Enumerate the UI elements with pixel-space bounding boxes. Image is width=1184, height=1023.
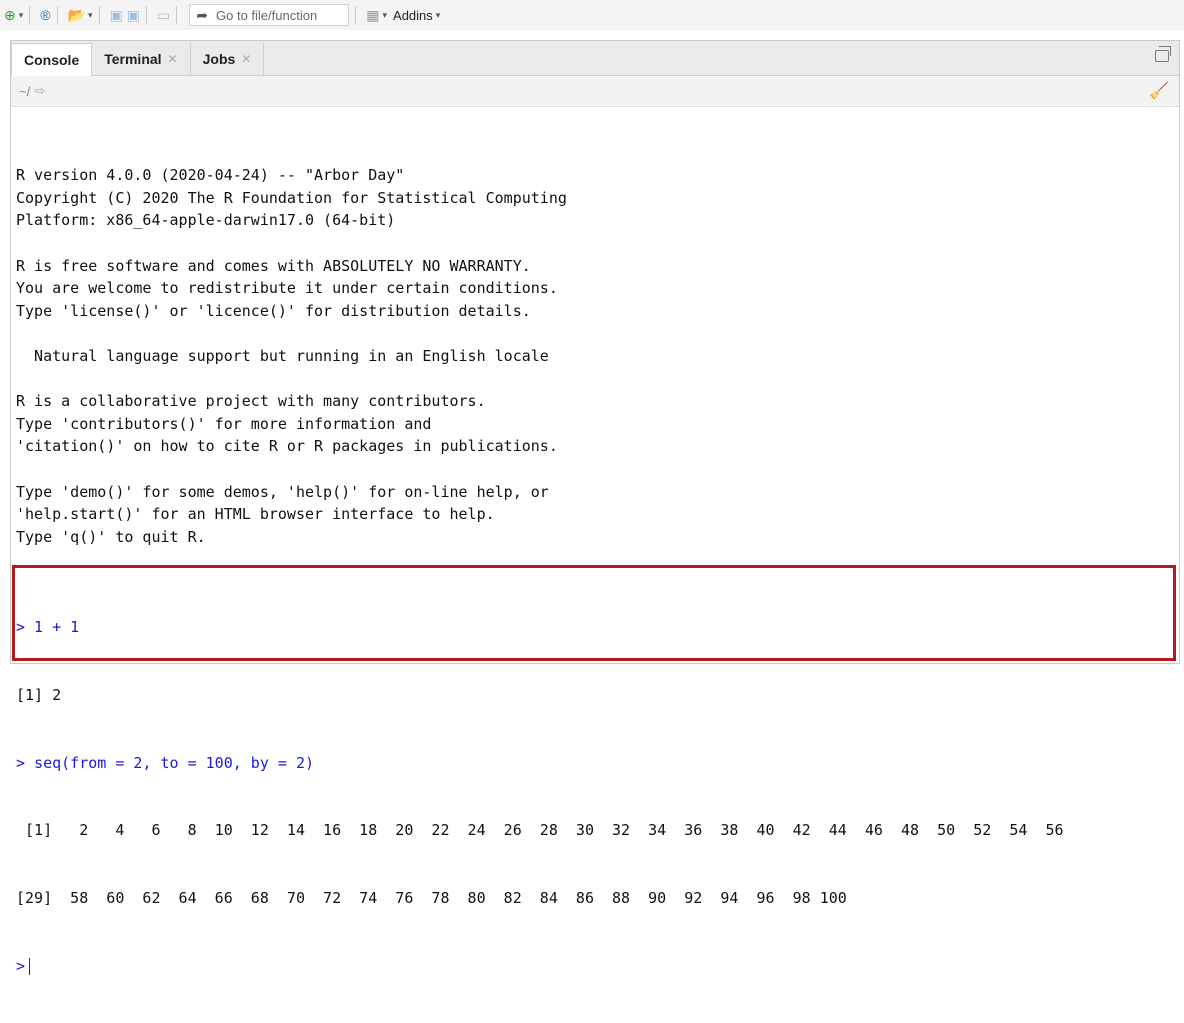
tab-terminal[interactable]: Terminal ✕: [92, 43, 191, 75]
addins-menu[interactable]: Addins ▾: [393, 4, 440, 26]
go-to-file-input[interactable]: ➦ Go to file/function: [189, 4, 350, 26]
maximize-pane-icon[interactable]: [1155, 46, 1171, 62]
clear-console-icon[interactable]: 🧹: [1149, 81, 1169, 101]
tab-jobs-label: Jobs: [202, 51, 236, 67]
pane-layout-button[interactable]: ▦ ▾: [366, 4, 387, 26]
startup-line: Natural language support but running in …: [16, 346, 549, 365]
toolbar-divider: [56, 6, 58, 24]
chevron-down-icon: ▾: [382, 9, 388, 20]
startup-line: Type 'q()' to quit R.: [16, 527, 206, 546]
startup-line: Platform: x86_64-apple-darwin17.0 (64-bi…: [16, 211, 396, 230]
console-result: [1] 2: [16, 685, 62, 704]
console-command: > 1 + 1: [16, 618, 80, 637]
r-project-icon: ®: [40, 7, 51, 23]
startup-line: [16, 232, 1179, 255]
tab-terminal-label: Terminal: [104, 51, 162, 67]
startup-line: [16, 548, 1179, 571]
startup-line: [16, 322, 1179, 345]
open-file-button[interactable]: 📂 ▾: [68, 4, 93, 26]
toolbar-divider: [146, 6, 148, 24]
chevron-down-icon: ▾: [435, 9, 441, 20]
toolbar-divider: [176, 6, 178, 24]
chevron-down-icon: ▾: [88, 9, 93, 20]
console-command: > seq(from = 2, to = 100, by = 2): [16, 753, 315, 772]
save-all-button[interactable]: ▣: [127, 4, 140, 26]
console-output[interactable]: R version 4.0.0 (2020-04-24) -- "Arbor D…: [16, 119, 1179, 1023]
save-button[interactable]: ▣: [110, 4, 123, 26]
console-prompt: >: [16, 956, 26, 975]
startup-message: R version 4.0.0 (2020-04-24) -- "Arbor D…: [16, 164, 1179, 571]
go-to-file-placeholder: Go to file/function: [216, 7, 318, 23]
startup-line: R version 4.0.0 (2020-04-24) -- "Arbor D…: [16, 166, 405, 185]
startup-line: R is a collaborative project with many c…: [16, 392, 486, 411]
startup-line: Type 'demo()' for some demos, 'help()' f…: [16, 482, 549, 501]
close-icon[interactable]: ✕: [241, 52, 251, 66]
toolbar-divider: [355, 6, 357, 24]
tab-jobs[interactable]: Jobs ✕: [191, 43, 265, 75]
text-cursor: [29, 957, 31, 975]
save-icon: ▣: [109, 7, 123, 23]
arrow-right-icon: ➦: [196, 6, 208, 23]
plus-circle-icon: ⊕: [4, 7, 16, 23]
toolbar-divider: [29, 6, 31, 24]
startup-line: 'citation()' on how to cite R or R packa…: [16, 437, 558, 456]
print-button[interactable]: ▭: [157, 4, 170, 26]
startup-line: R is free software and comes with ABSOLU…: [16, 256, 531, 275]
close-icon[interactable]: ✕: [168, 52, 178, 66]
folder-open-icon: 📂: [67, 7, 86, 23]
main-toolbar: ⊕ ▾ ® 📂 ▾ ▣ ▣ ▭ ➦ Go to file/function ▦ …: [0, 0, 1184, 30]
working-directory-bar: ~/ ⇨ 🧹: [11, 76, 1179, 107]
working-directory-path[interactable]: ~/: [19, 84, 30, 99]
startup-line: Copyright (C) 2020 The R Foundation for …: [16, 188, 567, 207]
console-input-line[interactable]: >: [16, 955, 1179, 978]
addins-label: Addins: [393, 7, 433, 23]
tab-console[interactable]: Console: [11, 43, 93, 76]
startup-line: Type 'contributors()' for more informati…: [16, 414, 432, 433]
startup-line: You are welcome to redistribute it under…: [16, 279, 558, 298]
startup-line: Type 'license()' or 'licence()' for dist…: [16, 301, 531, 320]
new-project-button[interactable]: ®: [40, 4, 50, 26]
print-icon: ▭: [157, 7, 171, 23]
go-to-directory-icon[interactable]: ⇨: [34, 83, 45, 99]
startup-line: [16, 368, 1179, 391]
toolbar-divider: [98, 6, 100, 24]
startup-line: [16, 458, 1179, 481]
console-result: [1] 2 4 6 8 10 12 14 16 18 20 22 24 26 2…: [16, 821, 1064, 840]
new-file-button[interactable]: ⊕ ▾: [4, 4, 23, 26]
save-all-icon: ▣: [126, 7, 141, 23]
chevron-down-icon: ▾: [18, 9, 24, 20]
pane-tabbar: Console Terminal ✕ Jobs ✕: [11, 41, 1179, 76]
startup-line: 'help.start()' for an HTML browser inter…: [16, 505, 495, 524]
tab-console-label: Console: [24, 52, 80, 68]
console-pane: Console Terminal ✕ Jobs ✕ ~/ ⇨ 🧹 R versi…: [10, 40, 1180, 975]
console-result: [29] 58 60 62 64 66 68 70 72 74 76 78 80…: [16, 889, 847, 908]
grid-icon: ▦: [366, 7, 380, 23]
